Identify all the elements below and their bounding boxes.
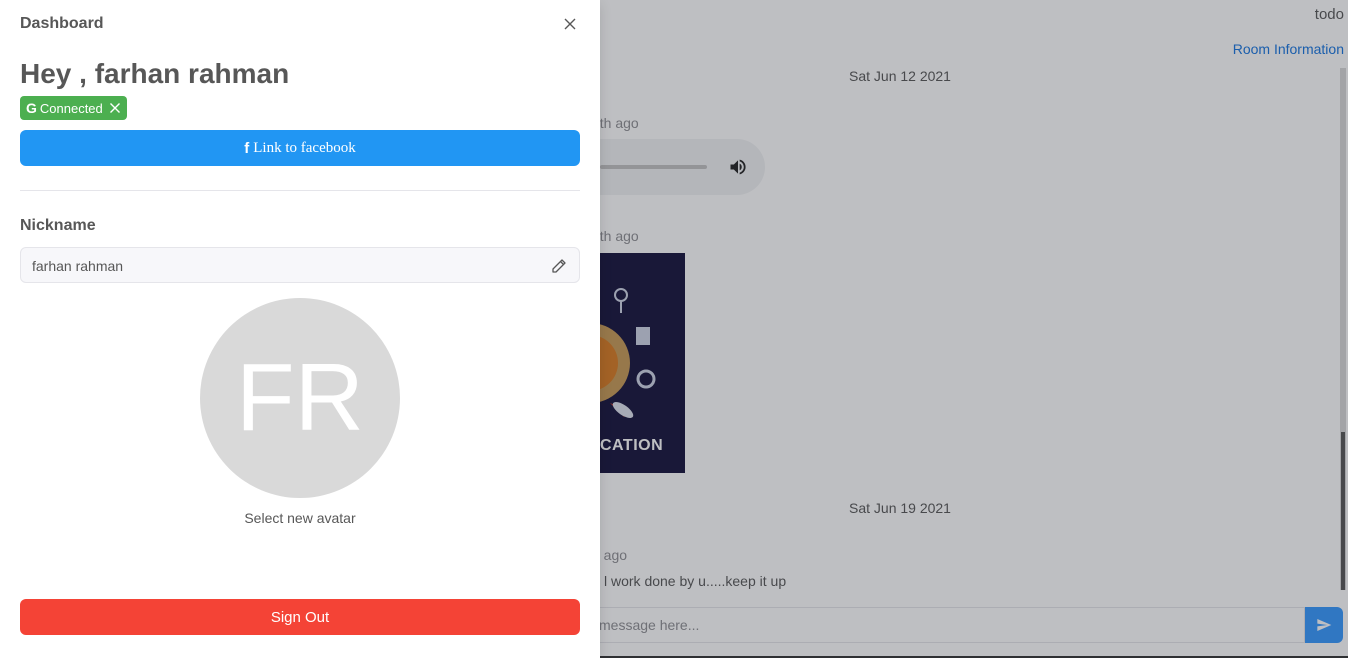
select-avatar-link[interactable]: Select new avatar bbox=[200, 510, 400, 526]
google-icon: G bbox=[26, 100, 37, 116]
disconnect-icon[interactable] bbox=[109, 102, 121, 114]
facebook-icon: f bbox=[244, 139, 250, 157]
drawer-title: Dashboard bbox=[20, 15, 104, 32]
provider-tag-label: Connected bbox=[39, 100, 103, 116]
link-facebook-label: Link to facebook bbox=[253, 139, 356, 156]
provider-connected-tag: G Connected bbox=[20, 96, 127, 120]
close-icon[interactable] bbox=[562, 16, 578, 32]
divider bbox=[20, 190, 580, 191]
nickname-value: farhan rahman bbox=[32, 258, 124, 274]
nickname-label: Nickname bbox=[20, 217, 96, 234]
avatar[interactable]: FR bbox=[200, 298, 400, 498]
sign-out-button[interactable]: Sign Out bbox=[20, 599, 580, 635]
dashboard-drawer: Dashboard Hey , farhan rahman G Connecte… bbox=[0, 0, 600, 658]
nickname-field[interactable]: farhan rahman bbox=[20, 247, 580, 283]
link-facebook-button[interactable]: f Link to facebook bbox=[20, 130, 580, 166]
edit-icon[interactable] bbox=[551, 258, 567, 274]
greeting-heading: Hey , farhan rahman bbox=[20, 58, 290, 89]
